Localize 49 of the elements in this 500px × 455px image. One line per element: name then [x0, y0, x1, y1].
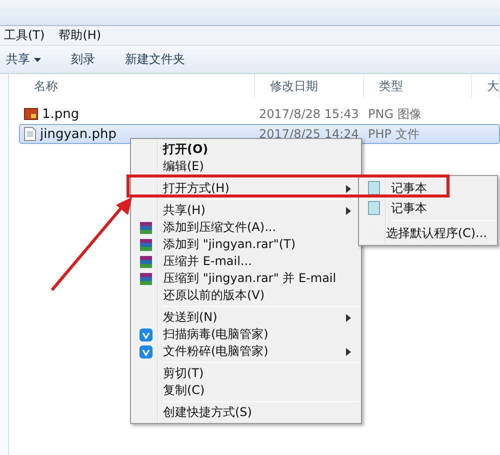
image-file-icon [24, 107, 38, 121]
toolbar-button[interactable]: 新建文件夹 [125, 51, 185, 68]
toolbar-button[interactable]: 共享 [6, 51, 41, 68]
menu-item[interactable]: 复制(C) [133, 382, 359, 399]
books-stack-icon [139, 220, 153, 234]
menu-item[interactable]: 选择默认程序(C)... [361, 223, 495, 243]
submenu-arrow-icon [346, 206, 351, 214]
books-stack-icon [139, 238, 153, 252]
menu-entry[interactable]: 帮助(H) [58, 27, 102, 44]
submenu-arrow-icon [346, 348, 351, 356]
file-type: PNG 图像 [367, 106, 422, 122]
books-stack-icon [139, 254, 153, 268]
file-type: PHP 文件 [367, 126, 420, 142]
file-name: jingyan.php [40, 126, 116, 142]
menu-item[interactable]: 记事本 [361, 178, 495, 198]
document-file-icon [24, 127, 36, 141]
column-header[interactable]: 名称 [19, 74, 255, 98]
menu-item[interactable]: 打开(O) [133, 141, 359, 158]
column-header[interactable]: 大 [472, 74, 500, 98]
menu-item[interactable]: 编辑(E) [133, 158, 359, 175]
file-row[interactable]: 1.png 2017/8/28 15:43 PNG 图像 [19, 104, 500, 124]
menu-item[interactable]: 添加到压缩文件(A)... [133, 219, 359, 236]
menu-item[interactable]: 扫描病毒(电脑管家) [133, 326, 359, 343]
menu-item[interactable]: 发送到(N) [133, 309, 359, 326]
notepad-icon [368, 181, 380, 195]
menu-item[interactable]: 创建快捷方式(S) [133, 404, 359, 421]
menu-item[interactable]: 记事本 [361, 198, 495, 218]
submenu-arrow-icon [346, 184, 351, 192]
column-header[interactable]: 修改日期 [255, 74, 364, 98]
menu-item[interactable]: 还原以前的版本(V) [133, 287, 359, 304]
menu-item[interactable]: 共享(H) [133, 202, 359, 219]
column-header[interactable]: 类型 [364, 74, 472, 98]
file-name: 1.png [42, 106, 80, 122]
modified-date: 2017/8/25 14:24 [258, 127, 360, 141]
notepad-icon [368, 201, 380, 215]
menu-item[interactable]: 压缩到 "jingyan.rar" 并 E-mail [133, 270, 359, 287]
shield-icon [139, 344, 153, 358]
toolbar-button[interactable]: 刻录 [71, 51, 95, 68]
menu-entry[interactable]: 工具(T) [4, 27, 45, 44]
menu-item[interactable]: 添加到 "jingyan.rar"(T) [133, 236, 359, 253]
caret-icon [34, 58, 41, 62]
books-stack-icon [139, 272, 153, 286]
menu-item[interactable]: 剪切(T) [133, 365, 359, 382]
menu-item[interactable]: 文件粉碎(电脑管家) [133, 343, 359, 360]
modified-date: 2017/8/28 15:43 [258, 107, 360, 121]
shield-icon [139, 328, 153, 342]
menu-item[interactable]: 压缩并 E-mail... [133, 253, 359, 270]
menu-item[interactable]: 打开方式(H) [133, 180, 359, 197]
submenu-arrow-icon [346, 314, 351, 322]
